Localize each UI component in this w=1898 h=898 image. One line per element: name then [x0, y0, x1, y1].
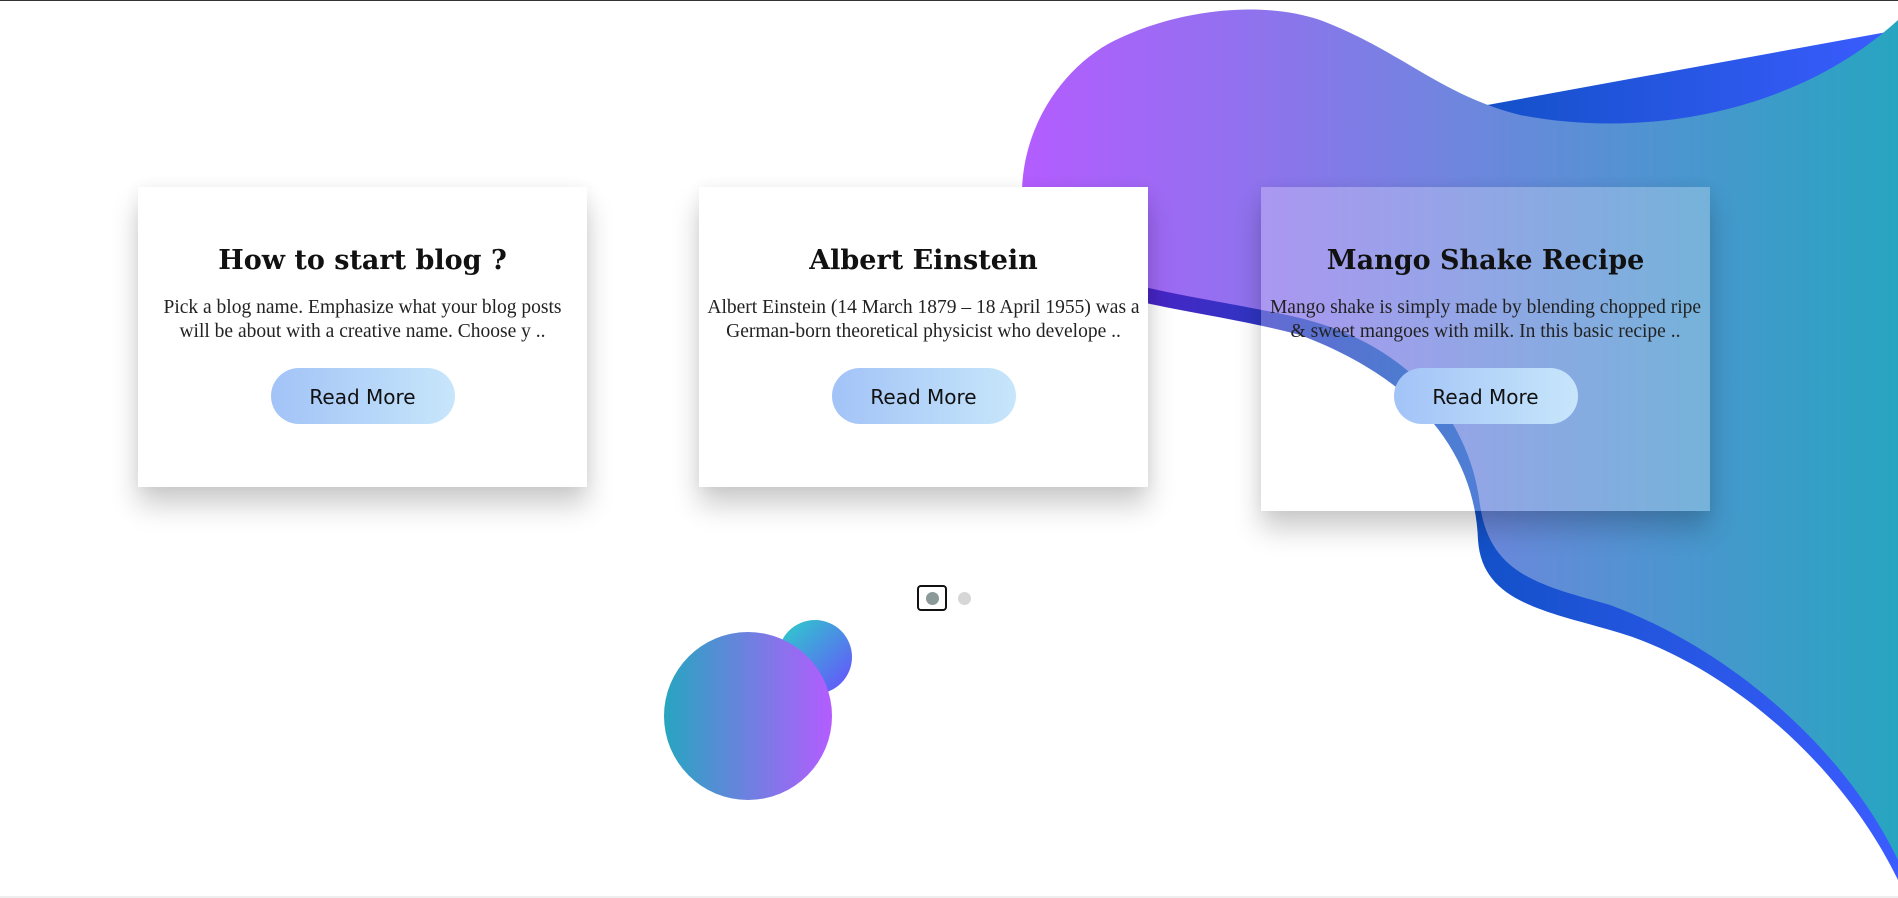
active-dot-icon: [926, 592, 939, 605]
read-more-button[interactable]: Read More: [270, 368, 455, 424]
small-bubble: [778, 620, 852, 694]
read-more-button[interactable]: Read More: [831, 368, 1016, 424]
pagination-dot-2[interactable]: [958, 592, 971, 605]
large-bubble: [664, 632, 832, 800]
top-border: [0, 0, 1898, 1]
card-excerpt: Mango shake is simply made by blending c…: [1269, 297, 1702, 342]
card-title: How to start blog ?: [218, 245, 507, 276]
card-excerpt: Pick a blog name. Emphasize what your bl…: [163, 297, 562, 342]
card-title: Albert Einstein: [809, 245, 1038, 276]
card-title: Mango Shake Recipe: [1326, 245, 1645, 276]
read-more-button[interactable]: Read More: [1393, 368, 1578, 424]
blog-card-1: How to start blog ? Pick a blog name. Em…: [138, 187, 587, 487]
blog-card-3: Mango Shake Recipe Mango shake is simply…: [1261, 187, 1710, 511]
pagination-dot-1[interactable]: [917, 585, 947, 611]
card-excerpt: Albert Einstein (14 March 1879 – 18 Apri…: [707, 297, 1140, 342]
blog-card-2: Albert Einstein Albert Einstein (14 Marc…: [699, 187, 1148, 487]
